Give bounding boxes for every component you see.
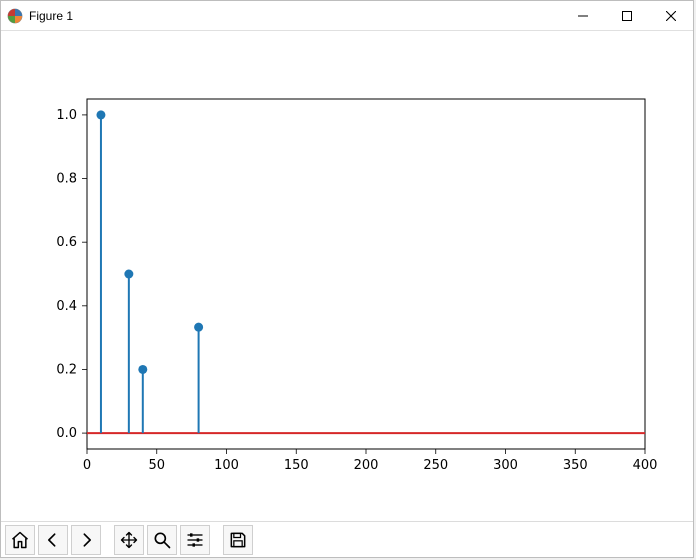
- stem-marker: [96, 110, 105, 119]
- y-tick-label: 0.2: [56, 362, 77, 377]
- x-tick-label: 0: [83, 458, 91, 473]
- navigation-toolbar: [1, 521, 693, 557]
- y-tick-label: 0.6: [56, 235, 77, 250]
- y-tick-label: 1.0: [56, 108, 77, 123]
- home-button[interactable]: [5, 525, 35, 555]
- figure-window: Figure 1 0 50 100 150 200 250 300 350 400 0.0 0.2: [0, 0, 694, 558]
- stem-marker: [138, 365, 147, 374]
- subplots-button[interactable]: [180, 525, 210, 555]
- y-tick-label: 0.8: [56, 172, 77, 187]
- x-tick-label: 350: [563, 458, 588, 473]
- maximize-button[interactable]: [605, 1, 649, 30]
- forward-arrow-icon: [76, 530, 96, 550]
- home-icon: [10, 530, 30, 550]
- x-tick-label: 200: [354, 458, 379, 473]
- close-button[interactable]: [649, 1, 693, 30]
- plot-area: 0 50 100 150 200 250 300 350 400 0.0 0.2 0.4 0.6 0.8 1…: [1, 31, 693, 521]
- stem-marker: [194, 323, 203, 332]
- back-arrow-icon: [43, 530, 63, 550]
- pan-icon: [119, 530, 139, 550]
- y-tick-label: 0.0: [56, 426, 77, 441]
- save-button[interactable]: [223, 525, 253, 555]
- x-tick-label: 250: [423, 458, 448, 473]
- minimize-button[interactable]: [561, 1, 605, 30]
- app-icon: [7, 8, 23, 24]
- maximize-icon: [622, 11, 632, 21]
- minimize-icon: [578, 11, 588, 21]
- stem-marker: [124, 270, 133, 279]
- x-tick-label: 50: [148, 458, 165, 473]
- back-button[interactable]: [38, 525, 68, 555]
- title-bar: Figure 1: [1, 1, 693, 31]
- save-icon: [228, 530, 248, 550]
- zoom-button[interactable]: [147, 525, 177, 555]
- window-title: Figure 1: [29, 9, 561, 23]
- window-controls: [561, 1, 693, 30]
- forward-button[interactable]: [71, 525, 101, 555]
- chart: 0 50 100 150 200 250 300 350 400 0.0 0.2 0.4 0.6 0.8 1…: [1, 31, 695, 521]
- zoom-icon: [152, 530, 172, 550]
- x-tick-label: 300: [493, 458, 518, 473]
- axes-frame: [87, 99, 645, 449]
- y-tick-label: 0.4: [56, 299, 77, 314]
- x-tick-label: 100: [214, 458, 239, 473]
- x-tick-label: 400: [633, 458, 658, 473]
- pan-button[interactable]: [114, 525, 144, 555]
- sliders-icon: [185, 530, 205, 550]
- close-icon: [666, 11, 676, 21]
- x-tick-label: 150: [284, 458, 309, 473]
